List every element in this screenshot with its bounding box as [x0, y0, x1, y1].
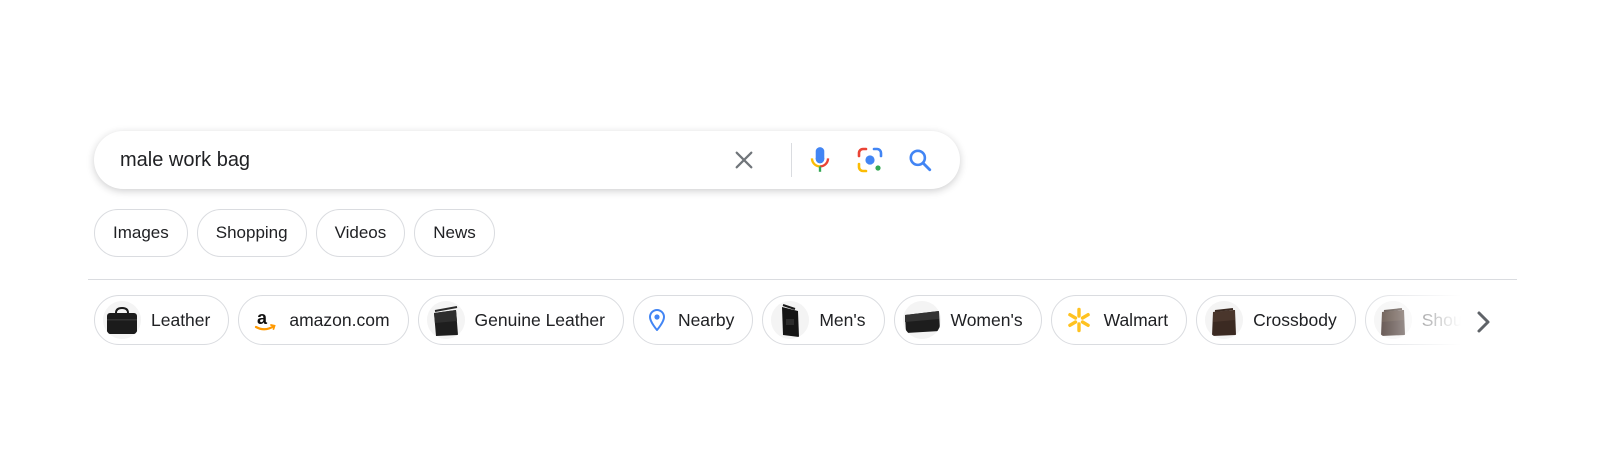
lens-search-button[interactable] — [852, 142, 888, 178]
search-button[interactable] — [902, 142, 938, 178]
chevron-right-icon — [1477, 311, 1490, 333]
search-box — [94, 131, 960, 189]
divider — [88, 279, 1517, 280]
laptop-bag-thumbnail — [902, 301, 941, 339]
chip-genuine-leather[interactable]: Genuine Leather — [417, 295, 624, 345]
crossbody-bag-thumbnail — [1205, 301, 1244, 339]
tab-news[interactable]: News — [414, 209, 495, 257]
close-icon — [735, 151, 753, 169]
search-icon — [909, 149, 932, 172]
chip-label: Crossbody — [1253, 309, 1337, 330]
chip-mens[interactable]: Men's — [762, 295, 885, 345]
search-input[interactable] — [120, 131, 720, 189]
briefcase-thumbnail — [103, 301, 141, 339]
chip-label: Walmart — [1103, 309, 1169, 330]
chip-nearby[interactable]: Nearby — [632, 295, 754, 345]
brown-bag-thumbnail — [1373, 301, 1412, 339]
messenger-bag-thumbnail — [426, 301, 465, 339]
tab-label: Images — [113, 223, 169, 242]
microphone-icon — [810, 147, 830, 172]
tab-images[interactable]: Images — [94, 209, 188, 257]
chip-label: Nearby — [677, 309, 735, 330]
tab-shopping[interactable]: Shopping — [196, 209, 307, 257]
refinement-chips: Leather a amazon.com Genuine Leather Nea… — [94, 295, 1496, 347]
clear-search-button[interactable] — [726, 142, 762, 178]
chip-womens[interactable]: Women's — [893, 295, 1042, 345]
chip-leather[interactable]: Leather — [94, 295, 230, 345]
shoulder-bag-thumbnail — [771, 301, 810, 339]
svg-text:a: a — [257, 308, 268, 328]
chip-crossbody[interactable]: Crossbody — [1196, 295, 1356, 345]
chips-next-button[interactable] — [1466, 305, 1500, 339]
tab-videos[interactable]: Videos — [315, 209, 406, 257]
amazon-logo-icon: a — [253, 307, 277, 333]
location-pin-icon — [648, 309, 666, 331]
chip-label: Women's — [950, 309, 1023, 330]
chip-walmart[interactable]: Walmart — [1050, 295, 1188, 345]
chip-amazon[interactable]: a amazon.com — [238, 295, 409, 345]
chip-label: amazon.com — [289, 309, 390, 330]
walmart-spark-icon — [1066, 307, 1092, 333]
chip-label: Genuine Leather — [474, 309, 605, 330]
chip-label: Leather — [151, 309, 211, 330]
voice-search-button[interactable] — [802, 142, 838, 178]
tab-label: News — [433, 223, 476, 242]
tab-label: Shopping — [215, 223, 288, 242]
search-tabs: Images Shopping Videos News — [94, 209, 495, 257]
tab-label: Videos — [334, 223, 387, 242]
search-divider — [791, 143, 792, 177]
chip-label: Men's — [819, 309, 866, 330]
camera-lens-icon — [857, 147, 883, 173]
